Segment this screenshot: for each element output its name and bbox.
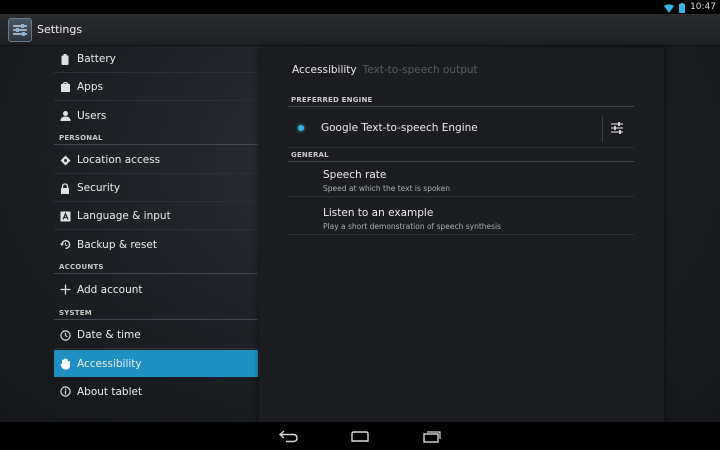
pref-summary: Play a short demonstration of speech syn…: [323, 222, 502, 231]
sidebar-item-location[interactable]: Location access: [54, 147, 258, 174]
backup-icon: [59, 239, 71, 251]
back-icon[interactable]: [277, 428, 301, 444]
engine-settings-icon[interactable]: [608, 120, 626, 136]
sidebar-item-label: Battery: [77, 53, 116, 65]
sidebar-item-label: Add account: [77, 283, 143, 296]
sidebar-item-label: Accessibility: [77, 357, 142, 370]
plus-icon: [59, 284, 71, 296]
breadcrumb-tts-output: Text-to-speech output: [362, 64, 478, 76]
sidebar-item-add-account[interactable]: Add account: [54, 276, 258, 303]
info-icon: [59, 386, 71, 398]
sidebar-item-security[interactable]: Security: [54, 175, 258, 202]
sidebar-item-label: Backup & reset: [77, 238, 157, 251]
pref-summary: Speed at which the text is spoken: [323, 184, 451, 193]
pref-title: Listen to an example: [323, 207, 434, 219]
sidebar-item-battery[interactable]: Battery: [54, 46, 258, 73]
sidebar-item-apps[interactable]: Apps: [54, 74, 258, 101]
sidebar-item-label: Language & input: [77, 210, 171, 222]
tts-settings-panel: Accessibility Text-to-speech output PREFE…: [259, 48, 664, 422]
sidebar-item-label: Date & time: [77, 329, 141, 341]
breadcrumb-accessibility[interactable]: Accessibility: [292, 64, 357, 76]
navigation-bar: [0, 422, 720, 450]
status-bar: 10:47: [0, 0, 720, 14]
pref-title: Speech rate: [323, 169, 387, 181]
language-icon: [59, 210, 71, 222]
engine-row-google-tts[interactable]: Google Text-to-speech Engine: [288, 108, 634, 148]
battery-icon: [59, 53, 71, 65]
settings-sidebar: Battery Apps Users PERSONAL Location acc…: [54, 46, 258, 422]
section-header-system: SYSTEM: [54, 306, 258, 320]
engine-radio-selected[interactable]: [298, 125, 304, 131]
section-header-preferred-engine: PREFERRED ENGINE: [288, 93, 634, 107]
sidebar-item-label: Location access: [77, 154, 161, 166]
settings-app-icon[interactable]: [8, 17, 32, 42]
sidebar-item-label: About tablet: [77, 385, 143, 398]
apps-icon: [59, 81, 71, 93]
section-header-accounts: ACCOUNTS: [54, 260, 258, 274]
sidebar-item-backup[interactable]: Backup & reset: [54, 231, 258, 258]
main-area: Battery Apps Users PERSONAL Location acc…: [0, 46, 720, 422]
sidebar-item-label: Security: [77, 182, 121, 194]
action-bar-title: Settings: [37, 23, 83, 36]
sidebar-item-label: Users: [77, 109, 107, 122]
action-bar: Settings: [0, 14, 720, 46]
location-icon: [59, 154, 71, 166]
clock-icon: [59, 329, 71, 341]
section-header-personal: PERSONAL: [54, 131, 258, 145]
pref-speech-rate[interactable]: Speech rate Speed at which the text is s…: [288, 165, 634, 197]
sidebar-item-date-time[interactable]: Date & time: [54, 322, 258, 349]
users-icon: [59, 110, 71, 122]
engine-divider: [602, 116, 603, 142]
pref-listen-example[interactable]: Listen to an example Play a short demons…: [288, 203, 634, 235]
sidebar-item-label: Apps: [77, 81, 103, 93]
status-time: 10:47: [690, 2, 716, 12]
sidebar-item-language[interactable]: Language & input: [54, 203, 258, 230]
hand-icon: [59, 358, 71, 370]
breadcrumb: Accessibility Text-to-speech output: [292, 64, 478, 76]
status-icons: 10:47: [664, 1, 716, 13]
sidebar-item-users[interactable]: Users: [54, 102, 258, 129]
section-header-general: GENERAL: [288, 148, 634, 162]
sidebar-item-about[interactable]: About tablet: [54, 378, 258, 405]
engine-label: Google Text-to-speech Engine: [321, 122, 478, 134]
lock-icon: [59, 182, 71, 194]
sidebar-item-accessibility[interactable]: Accessibility: [54, 350, 258, 377]
home-icon[interactable]: [348, 428, 372, 444]
recent-apps-icon[interactable]: [419, 428, 443, 444]
